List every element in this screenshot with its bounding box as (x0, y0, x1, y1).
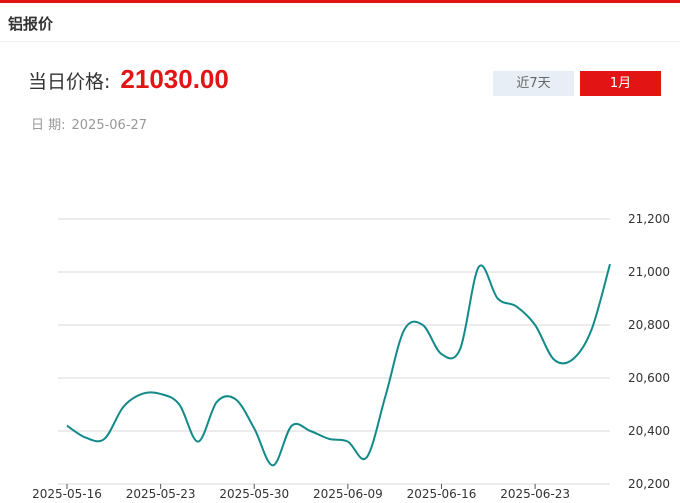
price-line-chart: 20,200 20,400 20,600 20,800 21,000 21,200 202… (32, 212, 670, 501)
y-tick-label: 20,400 (628, 424, 670, 438)
x-tick-label: 2025-05-23 (126, 487, 196, 501)
chart-grid (58, 218, 610, 485)
chart-series (66, 263, 611, 467)
y-tick-label: 21,200 (628, 212, 670, 226)
x-tick-label: 2025-05-30 (219, 487, 289, 501)
y-tick-label: 20,200 (628, 477, 670, 491)
y-axis: 20,200 20,400 20,600 20,800 21,000 21,200 (628, 212, 670, 491)
x-tick-label: 2025-06-16 (407, 487, 477, 501)
y-tick-label: 21,000 (628, 265, 670, 279)
y-tick-label: 20,600 (628, 371, 670, 385)
price-series-line (66, 263, 611, 467)
x-tick-label: 2025-06-09 (313, 487, 383, 501)
x-tick-label: 2025-06-23 (500, 487, 570, 501)
x-tick-label: 2025-05-16 (32, 487, 102, 501)
y-tick-label: 20,800 (628, 318, 670, 332)
x-axis: 2025-05-16 2025-05-23 2025-05-30 2025-06-09… (32, 484, 570, 501)
